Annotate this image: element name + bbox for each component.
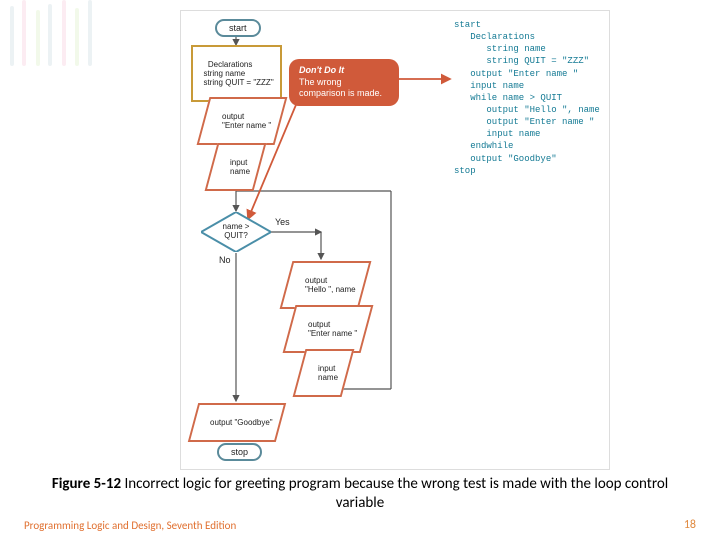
caption-label: Figure 5-12 [52,475,121,493]
output-hello: output "Hello ", name [280,261,372,309]
output-enter-1-text: output "Enter name " [222,112,271,130]
yes-label: Yes [275,217,290,227]
input-name-1: input name [205,143,267,191]
dont-do-it-callout: Don't Do It The wrong comparison is made… [289,59,399,106]
footer-page-number: 18 [684,518,696,532]
output-goodbye: output "Goodbye" [188,403,286,442]
output-enter-2: output "Enter name " [283,305,374,353]
output-enter-1: output "Enter name " [197,97,288,145]
figure-caption: Figure 5-12 Incorrect logic for greeting… [0,475,720,513]
input-name-1-text: input name [230,158,250,176]
output-hello-text: output "Hello ", name [305,276,356,294]
start-terminator: start [215,19,261,37]
input-name-2-text: input name [318,364,338,382]
background-art [0,0,200,80]
caption-text: Incorrect logic for greeting program bec… [121,475,668,512]
declarations-process: Declarations string name string QUIT = "… [191,45,282,102]
decision-text: name > QUIT? [201,212,271,252]
pseudocode-block: start Declarations string name string QU… [454,19,600,177]
output-goodbye-text: output "Goodbye" [210,418,273,427]
declarations-text: Declarations string name string QUIT = "… [199,60,274,87]
flowchart-diagram: start Declarations string name string QU… [180,10,610,470]
no-label: No [219,255,231,265]
stop-terminator: stop [217,443,262,461]
callout-body: The wrong comparison is made. [299,77,389,100]
start-label: start [229,23,247,33]
callout-title: Don't Do It [299,65,389,77]
footer-book-title: Programming Logic and Design, Seventh Ed… [24,519,236,532]
output-enter-2-text: output "Enter name " [308,320,357,338]
decision-diamond: name > QUIT? [201,212,271,252]
stop-label: stop [231,447,248,457]
input-name-2: input name [293,349,355,397]
